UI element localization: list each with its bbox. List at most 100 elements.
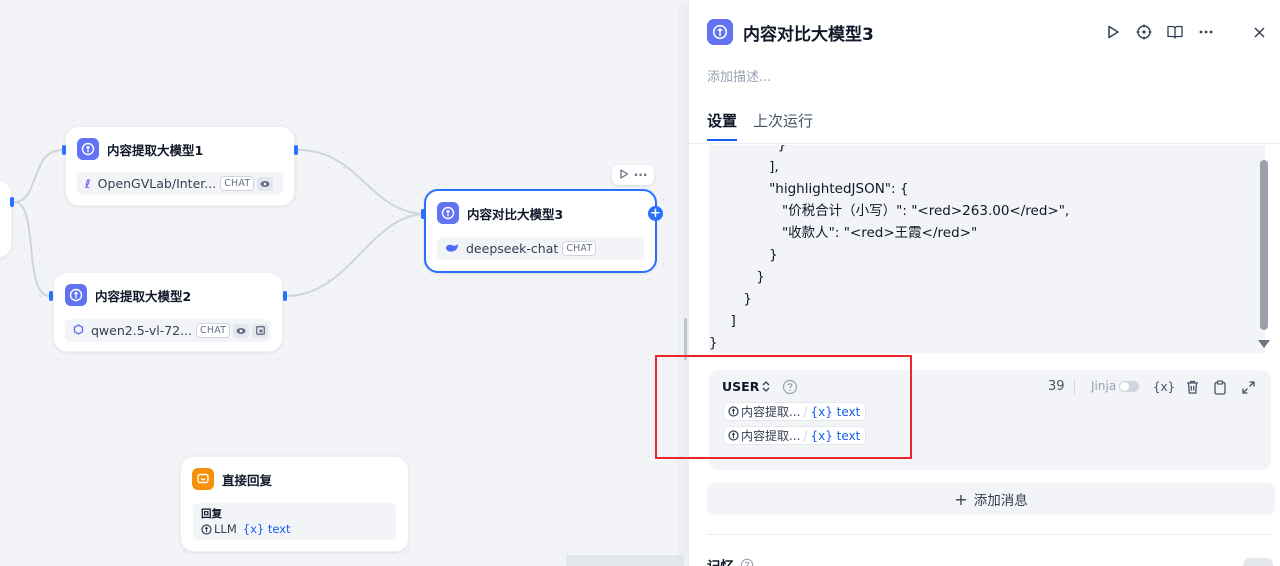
reply-variable: LLM {x} text bbox=[201, 522, 388, 536]
canvas-horizontal-scrollbar[interactable] bbox=[566, 555, 684, 566]
scroll-down-arrow-icon[interactable] bbox=[1258, 340, 1270, 348]
extract1-input-handle[interactable] bbox=[62, 145, 66, 155]
code-line: } bbox=[709, 145, 787, 153]
add-message-button[interactable]: + 添加消息 bbox=[707, 483, 1275, 515]
reply-label: 回复 bbox=[201, 508, 222, 520]
canvas-scrollbar[interactable] bbox=[684, 318, 687, 360]
node-title: 直接回复 bbox=[222, 472, 273, 488]
prompt-code-lines: } ], "highlightedJSON": { "价税合计（小写）": "<… bbox=[709, 145, 1249, 353]
code-line: "价税合计（小写）": "<red>263.00</red>", bbox=[709, 203, 1070, 219]
code-line: } bbox=[709, 247, 778, 263]
edge-start-extract1 bbox=[13, 149, 63, 203]
add-next-node-button[interactable]: + bbox=[648, 206, 663, 221]
separator bbox=[1074, 380, 1075, 394]
deepseek-whale-icon bbox=[445, 241, 459, 256]
code-line: ], bbox=[709, 159, 779, 175]
panel-header: 内容对比大模型3 bbox=[707, 19, 874, 45]
start-output-handle[interactable] bbox=[10, 197, 14, 207]
edge-extract1-compare3 bbox=[297, 149, 427, 215]
node-toolbar: ··· bbox=[612, 165, 654, 185]
edge-start-extract2 bbox=[13, 201, 51, 297]
node-direct-reply[interactable]: 直接回复 回复 LLM {x} text bbox=[180, 456, 409, 552]
extract2-output-handle[interactable] bbox=[283, 291, 287, 301]
token-count: 39 bbox=[1048, 379, 1065, 394]
node-compare-3[interactable]: 内容对比大模型3 deepseek-chat CHAT bbox=[424, 189, 657, 273]
opengvlab-icon: ℓ bbox=[85, 176, 91, 191]
tab-last-run[interactable]: 上次运行 bbox=[753, 110, 813, 141]
add-message-label: 添加消息 bbox=[973, 493, 1028, 509]
book-icon[interactable] bbox=[1165, 22, 1185, 42]
node-extract-1[interactable]: 内容提取大模型1 ℓ OpenGVLab/Inter... CHAT bbox=[65, 126, 295, 206]
run-node-icon[interactable] bbox=[619, 168, 629, 183]
memory-section: 记忆 bbox=[707, 555, 754, 566]
chat-chip: CHAT bbox=[220, 176, 255, 191]
extract2-input-handle[interactable] bbox=[49, 291, 53, 301]
trash-icon[interactable] bbox=[1183, 378, 1201, 396]
editor-scrollbar[interactable] bbox=[1257, 145, 1271, 353]
node-extract-2[interactable]: 内容提取大模型2 qwen2.5-vl-72... CHAT bbox=[53, 272, 283, 352]
llm-icon bbox=[437, 202, 459, 224]
insert-variable-icon[interactable]: {x} bbox=[1153, 378, 1175, 396]
workflow-canvas[interactable]: 内容提取大模型1 ℓ OpenGVLab/Inter... CHAT 内容提取大… bbox=[0, 0, 690, 566]
edge-extract2-compare3 bbox=[285, 213, 427, 297]
model-row[interactable]: ℓ OpenGVLab/Inter... CHAT bbox=[77, 172, 283, 195]
model-name: OpenGVLab/Inter... bbox=[97, 176, 217, 191]
reply-content[interactable]: 回复 LLM {x} text bbox=[193, 503, 396, 540]
chat-chip: CHAT bbox=[196, 323, 231, 338]
llm-small-icon bbox=[201, 523, 212, 535]
code-line: "highlightedJSON": { bbox=[709, 181, 909, 197]
code-line: ] bbox=[709, 313, 736, 329]
reply-icon bbox=[192, 468, 214, 490]
message-tools: {x} bbox=[1153, 378, 1267, 396]
panel-tabs: 设置 上次运行 bbox=[707, 110, 829, 141]
qwen-icon bbox=[73, 323, 84, 338]
vision-eye-icon bbox=[233, 323, 250, 338]
vision-eye-icon bbox=[257, 176, 274, 191]
node-title: 内容提取大模型2 bbox=[95, 288, 192, 304]
node-settings-panel: 内容对比大模型3 添加描述... 设置 上次运行 } ], "highlight… bbox=[688, 0, 1280, 566]
jinja-label: Jinja bbox=[1091, 379, 1117, 393]
code-line: } bbox=[709, 335, 718, 351]
node-title: 内容提取大模型1 bbox=[107, 142, 204, 158]
node-title: 内容对比大模型3 bbox=[467, 206, 564, 222]
plus-icon: + bbox=[954, 489, 968, 509]
jinja-toggle[interactable]: Jinja bbox=[1091, 379, 1140, 393]
more-icon[interactable] bbox=[1196, 22, 1216, 42]
panel-actions bbox=[1103, 22, 1227, 42]
llm-icon bbox=[707, 19, 733, 45]
close-icon[interactable] bbox=[1249, 22, 1269, 42]
panel-title[interactable]: 内容对比大模型3 bbox=[743, 20, 874, 45]
tab-divider bbox=[689, 143, 1280, 144]
clipboard-icon[interactable] bbox=[1211, 378, 1229, 396]
section-divider bbox=[707, 534, 1271, 535]
jinja-switch[interactable] bbox=[1119, 380, 1140, 392]
run-icon[interactable] bbox=[1103, 22, 1123, 42]
target-icon[interactable] bbox=[1134, 22, 1154, 42]
extract1-output-handle[interactable] bbox=[294, 145, 298, 155]
expand-icon[interactable] bbox=[1239, 378, 1257, 396]
prompt-editor[interactable]: } ], "highlightedJSON": { "价税合计（小写）": "<… bbox=[709, 145, 1265, 353]
start-node-partial[interactable] bbox=[0, 180, 12, 258]
model-name: deepseek-chat bbox=[466, 241, 559, 256]
image-input-icon bbox=[252, 323, 269, 338]
code-line: } bbox=[709, 291, 752, 307]
description-field[interactable]: 添加描述... bbox=[707, 66, 771, 85]
llm-icon bbox=[77, 138, 99, 160]
scrollbar-thumb[interactable] bbox=[1260, 160, 1268, 330]
variable-token: {x} text bbox=[242, 522, 291, 536]
reply-source: LLM bbox=[214, 522, 237, 536]
memory-switch[interactable] bbox=[1243, 558, 1273, 566]
highlight-annotation bbox=[655, 355, 912, 459]
tab-settings[interactable]: 设置 bbox=[707, 110, 738, 141]
code-line: "收款人": "<red>王霞</red>" bbox=[709, 225, 978, 241]
model-row[interactable]: deepseek-chat CHAT bbox=[437, 237, 644, 260]
chat-chip: CHAT bbox=[562, 241, 597, 256]
compare3-input-handle[interactable] bbox=[421, 209, 425, 219]
model-row[interactable]: qwen2.5-vl-72... CHAT bbox=[65, 319, 271, 342]
help-icon[interactable] bbox=[740, 558, 754, 566]
code-line: } bbox=[709, 269, 765, 285]
more-icon[interactable]: ··· bbox=[634, 168, 648, 182]
memory-label: 记忆 bbox=[707, 555, 734, 566]
llm-icon bbox=[65, 284, 87, 306]
model-name: qwen2.5-vl-72... bbox=[91, 323, 193, 338]
